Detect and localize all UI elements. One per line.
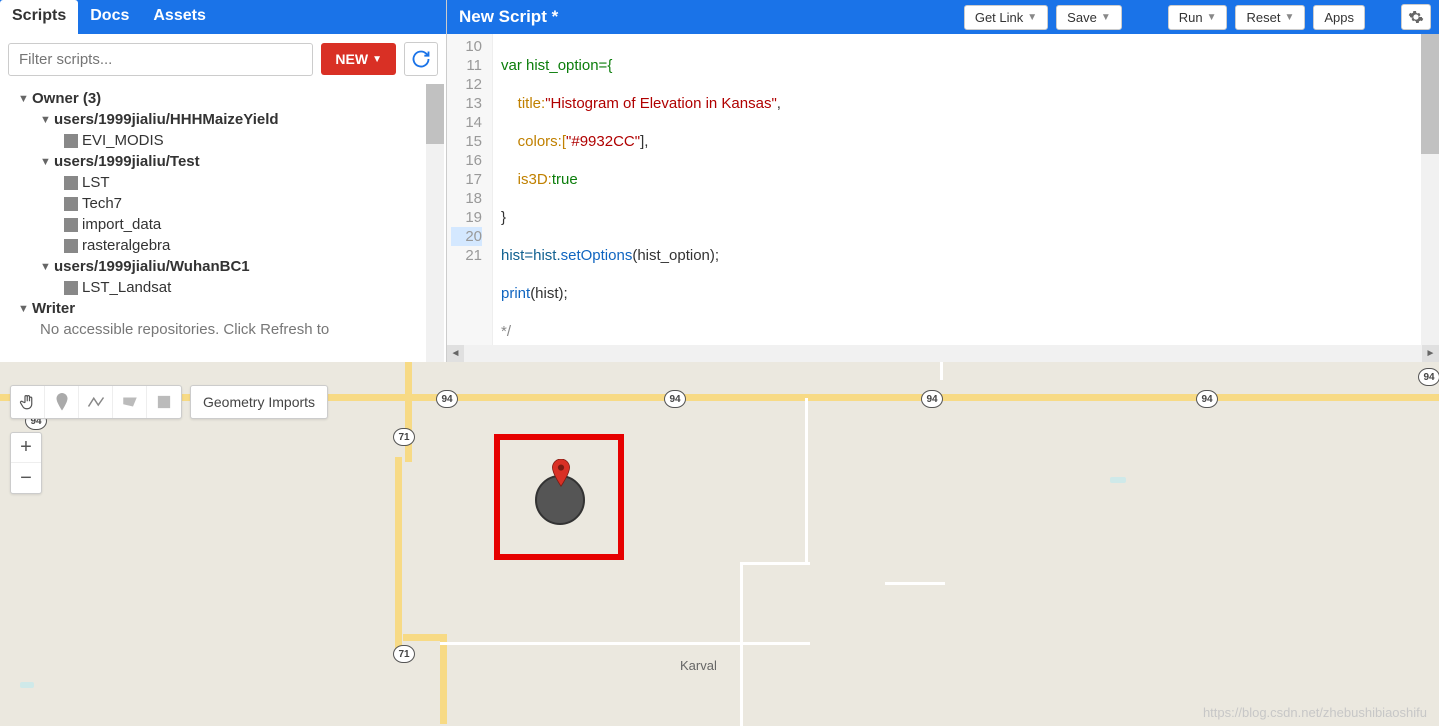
road-seg bbox=[440, 634, 447, 724]
pan-tool[interactable] bbox=[11, 386, 45, 418]
tab-scripts[interactable]: Scripts bbox=[0, 0, 78, 34]
tree-file[interactable]: import_data bbox=[4, 214, 438, 235]
route-shield-71: 71 bbox=[393, 645, 415, 663]
save-button[interactable]: Save▼ bbox=[1056, 5, 1122, 30]
refresh-button[interactable] bbox=[404, 42, 438, 76]
scroll-right-arrow[interactable]: ► bbox=[1422, 345, 1439, 362]
chevron-down-icon: ▼ bbox=[1027, 12, 1037, 23]
chevron-down-icon: ▼ bbox=[1207, 12, 1217, 23]
map-toolbar: Geometry Imports bbox=[10, 385, 328, 419]
road-minor bbox=[885, 582, 945, 585]
new-script-button[interactable]: NEW▼ bbox=[321, 43, 396, 75]
apps-button[interactable]: Apps bbox=[1313, 5, 1365, 30]
route-shield-94: 94 bbox=[664, 390, 686, 408]
tab-docs[interactable]: Docs bbox=[78, 0, 141, 34]
road-minor bbox=[805, 398, 808, 564]
editor-hscrollbar[interactable] bbox=[447, 345, 1421, 362]
zoom-in-button[interactable]: + bbox=[11, 433, 41, 463]
water-icon bbox=[20, 682, 34, 688]
line-gutter: 101112131415161718192021 bbox=[447, 34, 493, 362]
caret-down-icon: ▼ bbox=[40, 261, 54, 273]
chevron-down-icon: ▼ bbox=[1284, 12, 1294, 23]
script-title: New Script * bbox=[455, 7, 956, 27]
editor-vscroll-thumb[interactable] bbox=[1421, 34, 1439, 154]
chevron-down-icon: ▼ bbox=[372, 54, 382, 65]
scripts-tree[interactable]: ▼Owner (3) ▼users/1999jialiu/HHHMaizeYie… bbox=[0, 84, 446, 362]
tree-file[interactable]: LST_Landsat bbox=[4, 277, 438, 298]
polygon-icon bbox=[121, 395, 139, 409]
caret-down-icon: ▼ bbox=[40, 156, 54, 168]
polyline-icon bbox=[87, 395, 105, 409]
tree-writer[interactable]: ▼Writer bbox=[4, 298, 438, 319]
route-shield-94: 94 bbox=[1196, 390, 1218, 408]
road-minor bbox=[740, 562, 743, 726]
file-icon bbox=[64, 281, 78, 295]
refresh-icon bbox=[411, 49, 431, 69]
town-label: Karval bbox=[680, 658, 717, 673]
editor-panel: New Script * Get Link▼ Save▼ Run▼ Reset▼… bbox=[447, 0, 1439, 362]
chevron-down-icon: ▼ bbox=[1101, 12, 1111, 23]
road-seg bbox=[403, 634, 443, 641]
geometry-imports-button[interactable]: Geometry Imports bbox=[190, 385, 328, 419]
caret-down-icon: ▼ bbox=[40, 114, 54, 126]
road-minor bbox=[740, 562, 810, 565]
line-tool[interactable] bbox=[79, 386, 113, 418]
caret-down-icon: ▼ bbox=[18, 93, 32, 105]
file-icon bbox=[64, 134, 78, 148]
editor-toolbar: New Script * Get Link▼ Save▼ Run▼ Reset▼… bbox=[447, 0, 1439, 34]
road-minor bbox=[940, 362, 943, 380]
panel-tabs: Scripts Docs Assets bbox=[0, 0, 446, 34]
tree-file[interactable]: rasteralgebra bbox=[4, 235, 438, 256]
getlink-button[interactable]: Get Link▼ bbox=[964, 5, 1048, 30]
gear-icon bbox=[1408, 9, 1424, 25]
route-shield-94: 94 bbox=[921, 390, 943, 408]
file-icon bbox=[64, 197, 78, 211]
run-button[interactable]: Run▼ bbox=[1168, 5, 1228, 30]
zoom-control: + − bbox=[10, 432, 42, 494]
water-icon bbox=[1110, 477, 1126, 483]
caret-down-icon: ▼ bbox=[18, 303, 32, 315]
scroll-left-arrow[interactable]: ◄ bbox=[447, 345, 464, 362]
code-editor[interactable]: 101112131415161718192021 var hist_option… bbox=[447, 34, 1439, 362]
drawing-tools bbox=[10, 385, 182, 419]
map-canvas[interactable]: 94 94 94 94 94 94 71 71 Karval Geometry … bbox=[0, 362, 1439, 726]
polygon-tool[interactable] bbox=[113, 386, 147, 418]
tree-repo[interactable]: ▼users/1999jialiu/HHHMaizeYield bbox=[4, 109, 438, 130]
map-marker-icon bbox=[551, 459, 571, 487]
road-71-seg bbox=[405, 362, 412, 462]
filter-row: NEW▼ bbox=[0, 34, 446, 84]
tree-repo[interactable]: ▼users/1999jialiu/WuhanBC1 bbox=[4, 256, 438, 277]
settings-button[interactable] bbox=[1401, 4, 1431, 30]
rectangle-icon bbox=[157, 395, 171, 409]
filter-scripts-input[interactable] bbox=[8, 43, 313, 76]
watermark: https://blog.csdn.net/zhebushibiaoshifu bbox=[1203, 705, 1427, 720]
reset-button[interactable]: Reset▼ bbox=[1235, 5, 1305, 30]
route-shield-71: 71 bbox=[393, 428, 415, 446]
file-icon bbox=[64, 176, 78, 190]
rectangle-tool[interactable] bbox=[147, 386, 181, 418]
hand-icon bbox=[19, 393, 37, 411]
file-icon bbox=[64, 239, 78, 253]
road-71 bbox=[395, 457, 402, 657]
tree-noaccess: No accessible repositories. Click Refres… bbox=[4, 319, 438, 340]
route-shield-94: 94 bbox=[1418, 368, 1439, 386]
route-shield-94: 94 bbox=[436, 390, 458, 408]
tree-file[interactable]: EVI_MODIS bbox=[4, 130, 438, 151]
file-icon bbox=[64, 218, 78, 232]
tree-file[interactable]: Tech7 bbox=[4, 193, 438, 214]
road-minor bbox=[440, 642, 810, 645]
tab-assets[interactable]: Assets bbox=[141, 0, 217, 34]
tree-owner[interactable]: ▼Owner (3) bbox=[4, 88, 438, 109]
marker-icon bbox=[55, 393, 69, 411]
tree-repo[interactable]: ▼users/1999jialiu/Test bbox=[4, 151, 438, 172]
code-content[interactable]: var hist_option={ title:"Histogram of El… bbox=[493, 34, 1439, 362]
point-tool[interactable] bbox=[45, 386, 79, 418]
zoom-out-button[interactable]: − bbox=[11, 463, 41, 493]
tree-scroll-thumb[interactable] bbox=[426, 84, 444, 144]
scripts-panel: Scripts Docs Assets NEW▼ ▼Owner (3) ▼use… bbox=[0, 0, 447, 362]
tree-file[interactable]: LST bbox=[4, 172, 438, 193]
